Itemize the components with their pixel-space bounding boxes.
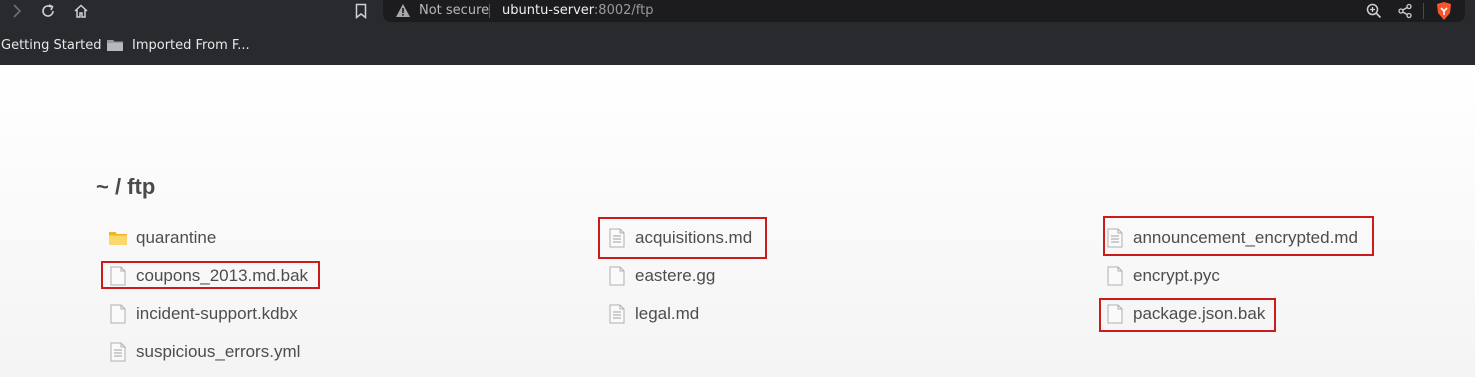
file-icon — [607, 266, 627, 286]
list-item[interactable]: package.json.bak — [1105, 299, 1265, 329]
bookmark-getting-started[interactable]: Getting Started — [1, 38, 102, 54]
breadcrumb: ~ / ftp — [96, 174, 156, 199]
file-name[interactable]: quarantine — [136, 228, 216, 248]
list-item[interactable]: acquisitions.md — [607, 223, 752, 253]
reload-icon — [42, 4, 54, 17]
file-name[interactable]: announcement_encrypted.md — [1133, 228, 1358, 248]
brave-shield-icon[interactable] — [1435, 1, 1453, 21]
file-name[interactable]: legal.md — [635, 304, 699, 324]
text-file-icon — [108, 342, 128, 362]
chevron-right-icon — [13, 4, 22, 18]
url-divider — [489, 4, 490, 18]
file-name[interactable]: encrypt.pyc — [1133, 266, 1220, 286]
toolbar-divider — [1423, 3, 1424, 19]
file-name[interactable]: incident-support.kdbx — [136, 304, 298, 324]
bookmark-imported-folder[interactable]: Imported From F... — [132, 38, 250, 54]
not-secure-label[interactable]: Not secure — [419, 4, 489, 18]
url-path: :8002/ftp — [593, 3, 654, 18]
bookmark-icon — [355, 3, 367, 19]
file-name[interactable]: package.json.bak — [1133, 304, 1265, 324]
zoom-icon[interactable] — [1366, 3, 1382, 19]
list-item[interactable]: quarantine — [108, 223, 216, 253]
file-icon — [108, 304, 128, 324]
bookmark-button[interactable] — [349, 0, 373, 22]
bookmarks-bar: Getting Started Imported From F... — [0, 36, 600, 56]
directory-listing-page: ~ / ftp quarantine acquisitions.md annou… — [0, 65, 1475, 377]
file-icon — [1105, 266, 1125, 286]
list-item[interactable]: eastere.gg — [607, 261, 715, 291]
url-host: ubuntu-server — [502, 3, 594, 18]
file-name[interactable]: acquisitions.md — [635, 228, 752, 248]
list-item[interactable]: suspicious_errors.yml — [108, 337, 300, 367]
text-file-icon — [607, 304, 627, 324]
folder-icon — [108, 228, 128, 248]
text-file-icon — [1105, 228, 1125, 248]
list-item[interactable]: announcement_encrypted.md — [1105, 223, 1358, 253]
url-text[interactable]: ubuntu-server:8002/ftp — [502, 4, 653, 18]
list-item[interactable]: incident-support.kdbx — [108, 299, 298, 329]
home-button[interactable] — [69, 0, 93, 22]
share-icon[interactable] — [1397, 3, 1413, 19]
list-item[interactable]: coupons_2013.md.bak — [108, 261, 308, 291]
home-icon — [74, 4, 88, 18]
forward-button[interactable] — [5, 0, 29, 22]
file-name[interactable]: eastere.gg — [635, 266, 715, 286]
file-icon — [1105, 304, 1125, 324]
browser-chrome: Not secure ubuntu-server:8002/ftp Gettin… — [0, 0, 1475, 65]
reload-button[interactable] — [36, 0, 60, 22]
file-name[interactable]: suspicious_errors.yml — [136, 342, 300, 362]
address-bar[interactable]: Not secure ubuntu-server:8002/ftp — [383, 0, 1465, 22]
file-name[interactable]: coupons_2013.md.bak — [136, 266, 308, 286]
list-item[interactable]: encrypt.pyc — [1105, 261, 1220, 291]
text-file-icon — [607, 228, 627, 248]
list-item[interactable]: legal.md — [607, 299, 699, 329]
file-icon — [108, 266, 128, 286]
warning-icon[interactable] — [395, 3, 411, 18]
folder-icon — [107, 40, 123, 51]
